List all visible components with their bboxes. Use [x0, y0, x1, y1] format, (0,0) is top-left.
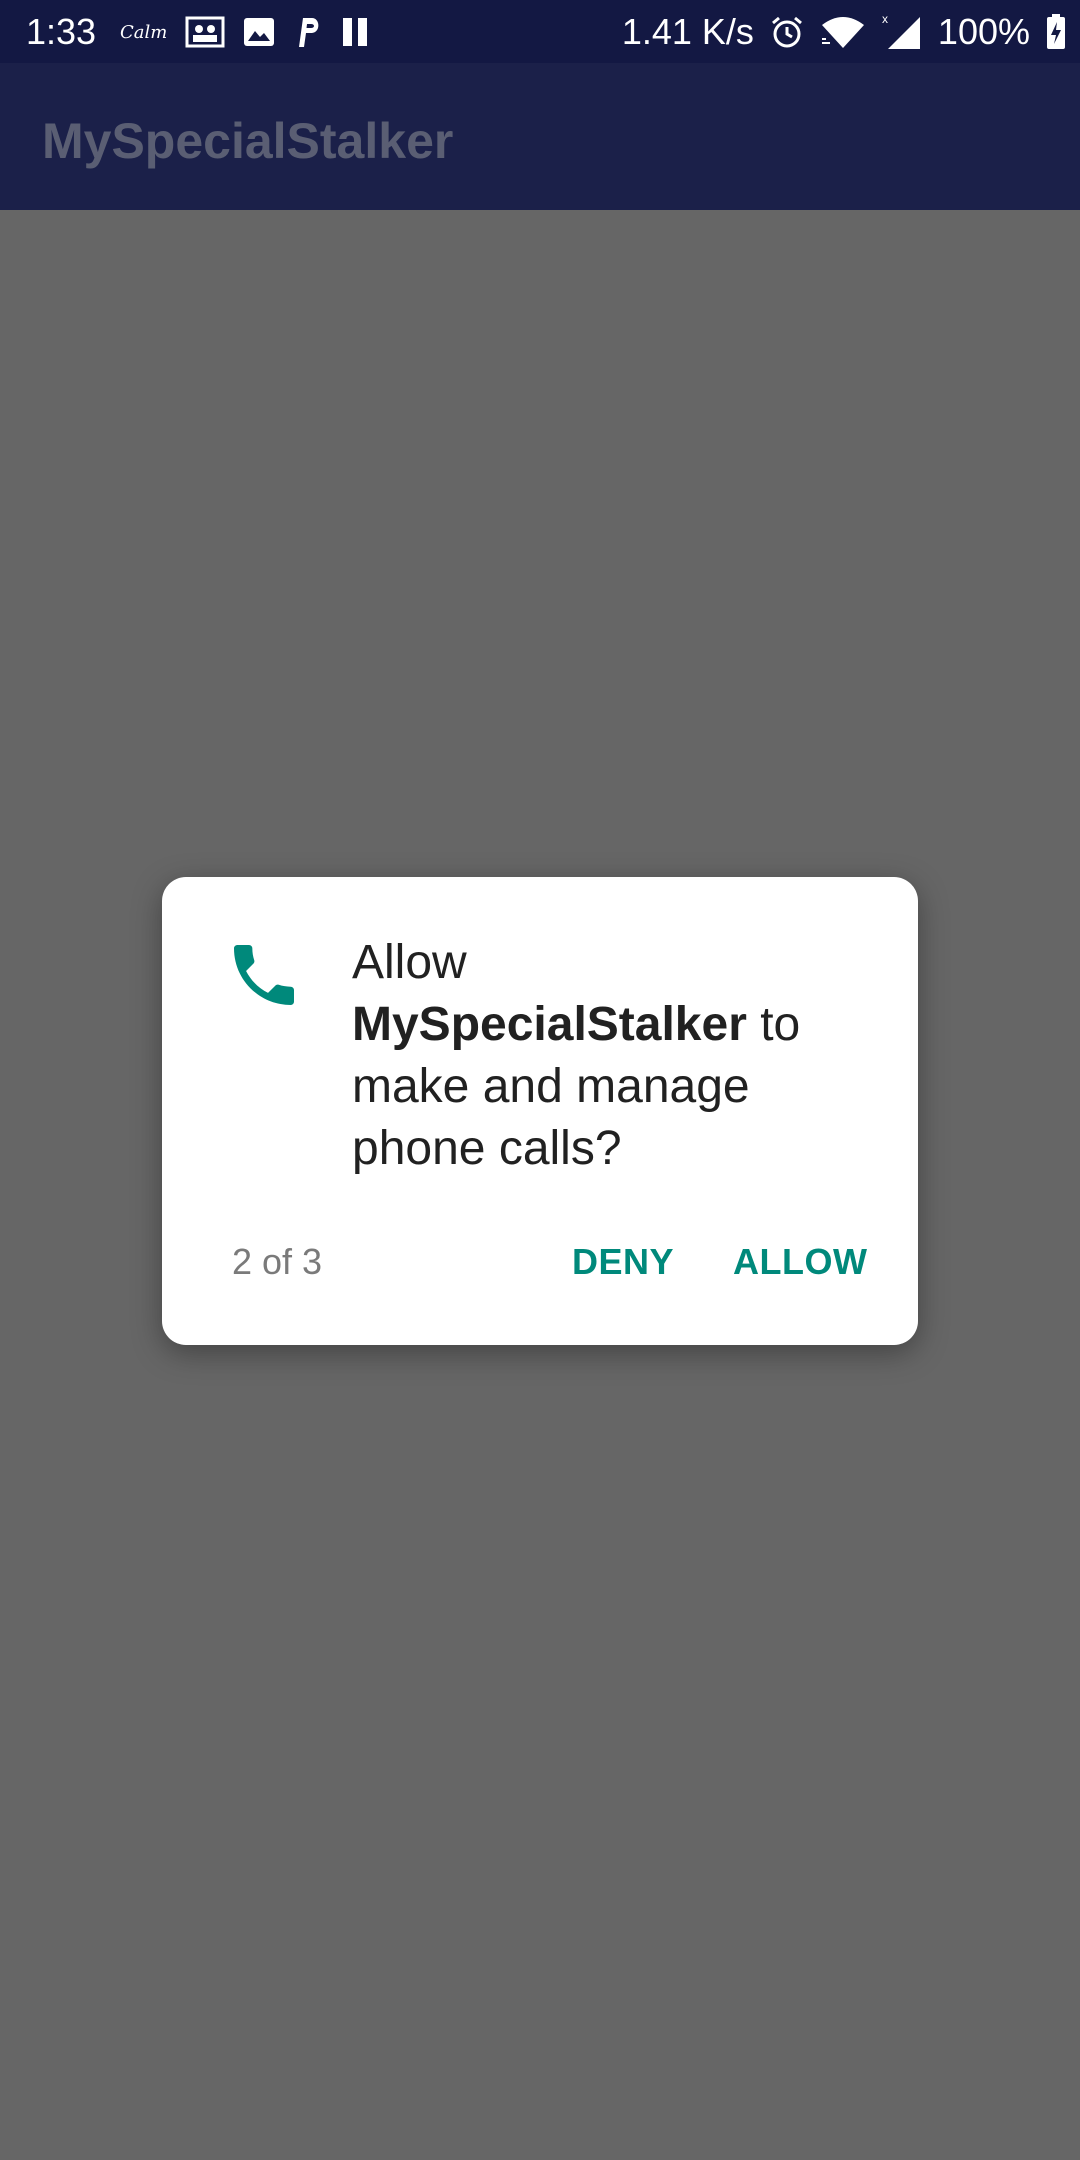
battery-charging-icon: [1046, 14, 1066, 50]
cell-signal-icon: x: [882, 13, 922, 51]
app-title: MySpecialStalker: [42, 113, 454, 169]
contacts-card-icon: [185, 15, 225, 49]
permission-counter: 2 of 3: [232, 1241, 323, 1282]
notification-icons: Calm: [120, 12, 369, 52]
status-time: 1:33: [26, 11, 97, 52]
message-app-name: MySpecialStalker: [352, 998, 747, 1051]
alarm-icon: [770, 15, 804, 49]
status-right: 1.41 K/s x 100%: [622, 10, 1066, 54]
net-speed: 1.41 K/s: [621, 11, 754, 52]
phone-icon: [224, 935, 304, 1015]
app-bar: MySpecialStalker: [0, 63, 1080, 210]
permission-message: Allow MySpecialStalker to make and manag…: [352, 932, 872, 1180]
image-icon: [243, 17, 275, 47]
svg-text:x: x: [882, 13, 888, 26]
wifi-icon: [820, 15, 866, 49]
status-bar: 1:33 Calm 1.41 K/s x 100%: [0, 0, 1080, 63]
message-prefix: Allow: [352, 936, 467, 989]
calm-icon: Calm: [120, 21, 168, 43]
pause-icon: [341, 17, 369, 47]
permission-dialog: Allow MySpecialStalker to make and manag…: [162, 877, 918, 1345]
deny-button[interactable]: DENY: [558, 1227, 688, 1297]
parking-p-icon: [293, 15, 323, 49]
allow-button[interactable]: ALLOW: [719, 1227, 881, 1297]
battery-percent: 100%: [937, 11, 1030, 52]
